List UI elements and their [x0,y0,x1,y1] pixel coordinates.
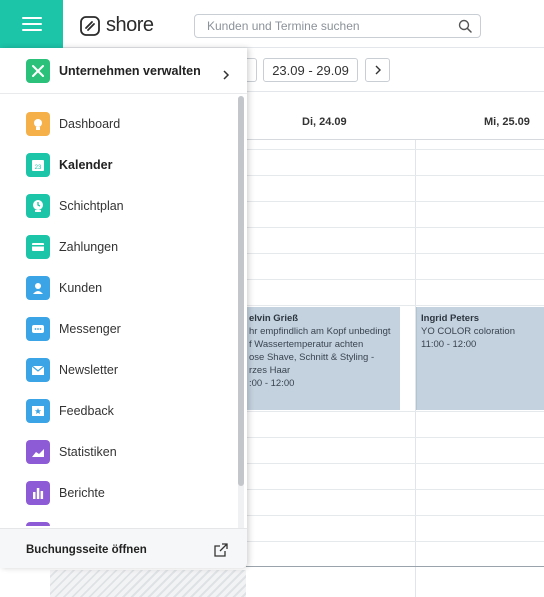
top-bar: shore [0,0,544,48]
tools-icon [26,59,50,83]
appointment-line: f Wassertemperatur achten [249,339,364,350]
menu-button[interactable] [0,0,63,48]
search-icon[interactable] [458,19,472,33]
appointment-customer-name: elvin Grieß [249,313,299,324]
menu-item-icon [26,522,50,526]
hour-line [246,201,544,202]
sidebar-item-label: Newsletter [59,363,119,377]
card-icon [26,235,50,259]
calendar-bottom-line [246,566,544,567]
hamburger-icon [21,17,42,19]
sidebar-item-messenger[interactable]: Messenger [0,311,236,347]
day-header-wednesday[interactable]: Mi, 25.09 [484,116,530,128]
sidebar-item-partial[interactable] [0,516,236,526]
appointment-time: :00 - 12:00 [249,378,295,389]
sidebar-item-label: Schichtplan [59,199,124,213]
previous-week-button[interactable] [246,58,257,82]
appointment-card[interactable]: Ingrid Peters YO COLOR coloration 11:00 … [416,307,544,410]
clock-icon [26,194,50,218]
hamburger-icon [21,23,42,25]
hour-line [246,305,544,306]
sidebar-item-label: Kalender [59,158,113,172]
chat-icon [26,317,50,341]
hour-line [246,227,544,228]
external-link-icon [214,543,228,557]
sidebar-item-kalender[interactable]: 23 Kalender [0,147,236,183]
next-week-button[interactable] [365,58,390,82]
sidebar-item-schichtplan[interactable]: Schichtplan [0,188,236,224]
appointment-card[interactable]: elvin Grieß hr empfindlich am Kopf unbed… [236,307,400,410]
shore-logo-icon [80,15,100,36]
report-icon [26,481,50,505]
sidebar-nav: Dashboard 23 Kalender Schichtplan Zahlun… [0,106,236,526]
lightbulb-icon [26,112,50,136]
hour-line [246,411,544,412]
sidebar-item-zahlungen[interactable]: Zahlungen [0,229,236,265]
sidebar-item-label: Messenger [59,322,121,336]
open-booking-page-button[interactable]: Buchungsseite öffnen [0,528,247,568]
sidebar-item-dashboard[interactable]: Dashboard [0,106,236,142]
sidebar-item-newsletter[interactable]: Newsletter [0,352,236,388]
sidebar-item-statistiken[interactable]: Statistiken [0,434,236,470]
chart-icon [26,440,50,464]
hour-line [246,463,544,464]
app-window: 23.09 - 29.09 Di, 24.09 Mi, 25.09 elvin … [0,0,544,597]
sidebar-item-feedback[interactable]: Feedback [0,393,236,429]
scrollbar-thumb[interactable] [238,96,244,486]
hour-line [246,253,544,254]
hour-line [246,541,544,542]
sidebar-menu: Unternehmen verwalten Dashboard 23 Kalen… [0,48,247,568]
hour-line [246,515,544,516]
hour-line [246,175,544,176]
hour-line [246,279,544,280]
hour-line [246,489,544,490]
sidebar-item-label: Statistiken [59,445,117,459]
chevron-right-icon [375,65,381,75]
sidebar-item-kunden[interactable]: Kunden [0,270,236,306]
appointment-time: 11:00 - 12:00 [421,339,477,350]
hour-line [246,149,544,150]
sidebar-item-label: Feedback [59,404,114,418]
manage-company-link[interactable]: Unternehmen verwalten [0,48,247,94]
booking-page-label: Buchungsseite öffnen [26,544,147,556]
appointment-service: YO COLOR coloration [421,326,515,337]
calendar-icon: 23 [26,153,50,177]
manage-company-label: Unternehmen verwalten [59,64,201,78]
hamburger-icon [21,29,42,31]
customer-icon [26,276,50,300]
sidebar-item-label: Berichte [59,486,105,500]
date-range-button[interactable]: 23.09 - 29.09 [263,58,358,82]
calendar-icon-day: 23 [35,165,42,171]
appointment-line: ose Shave, Schnitt & Styling - [249,352,375,363]
sidebar-scrollbar[interactable] [238,96,244,536]
hour-line [246,437,544,438]
shore-logo[interactable]: shore [80,14,154,37]
sidebar-item-label: Zahlungen [59,240,119,254]
appointment-line: hr empfindlich am Kopf unbedingt [249,326,391,337]
search-input[interactable] [195,15,450,37]
search-box[interactable] [194,14,481,38]
star-icon [26,399,50,423]
sidebar-item-berichte[interactable]: Berichte [0,475,236,511]
chevron-right-icon [223,70,230,80]
appointment-line: rzes Haar [249,365,291,376]
sidebar-item-label: Kunden [59,281,103,295]
unavailable-slot [50,570,246,597]
envelope-icon [26,358,50,382]
sidebar-item-label: Dashboard [59,117,121,131]
day-header-tuesday[interactable]: Di, 24.09 [302,116,347,128]
logo-text: shore [106,14,154,36]
appointment-customer-name: Ingrid Peters [421,313,480,324]
